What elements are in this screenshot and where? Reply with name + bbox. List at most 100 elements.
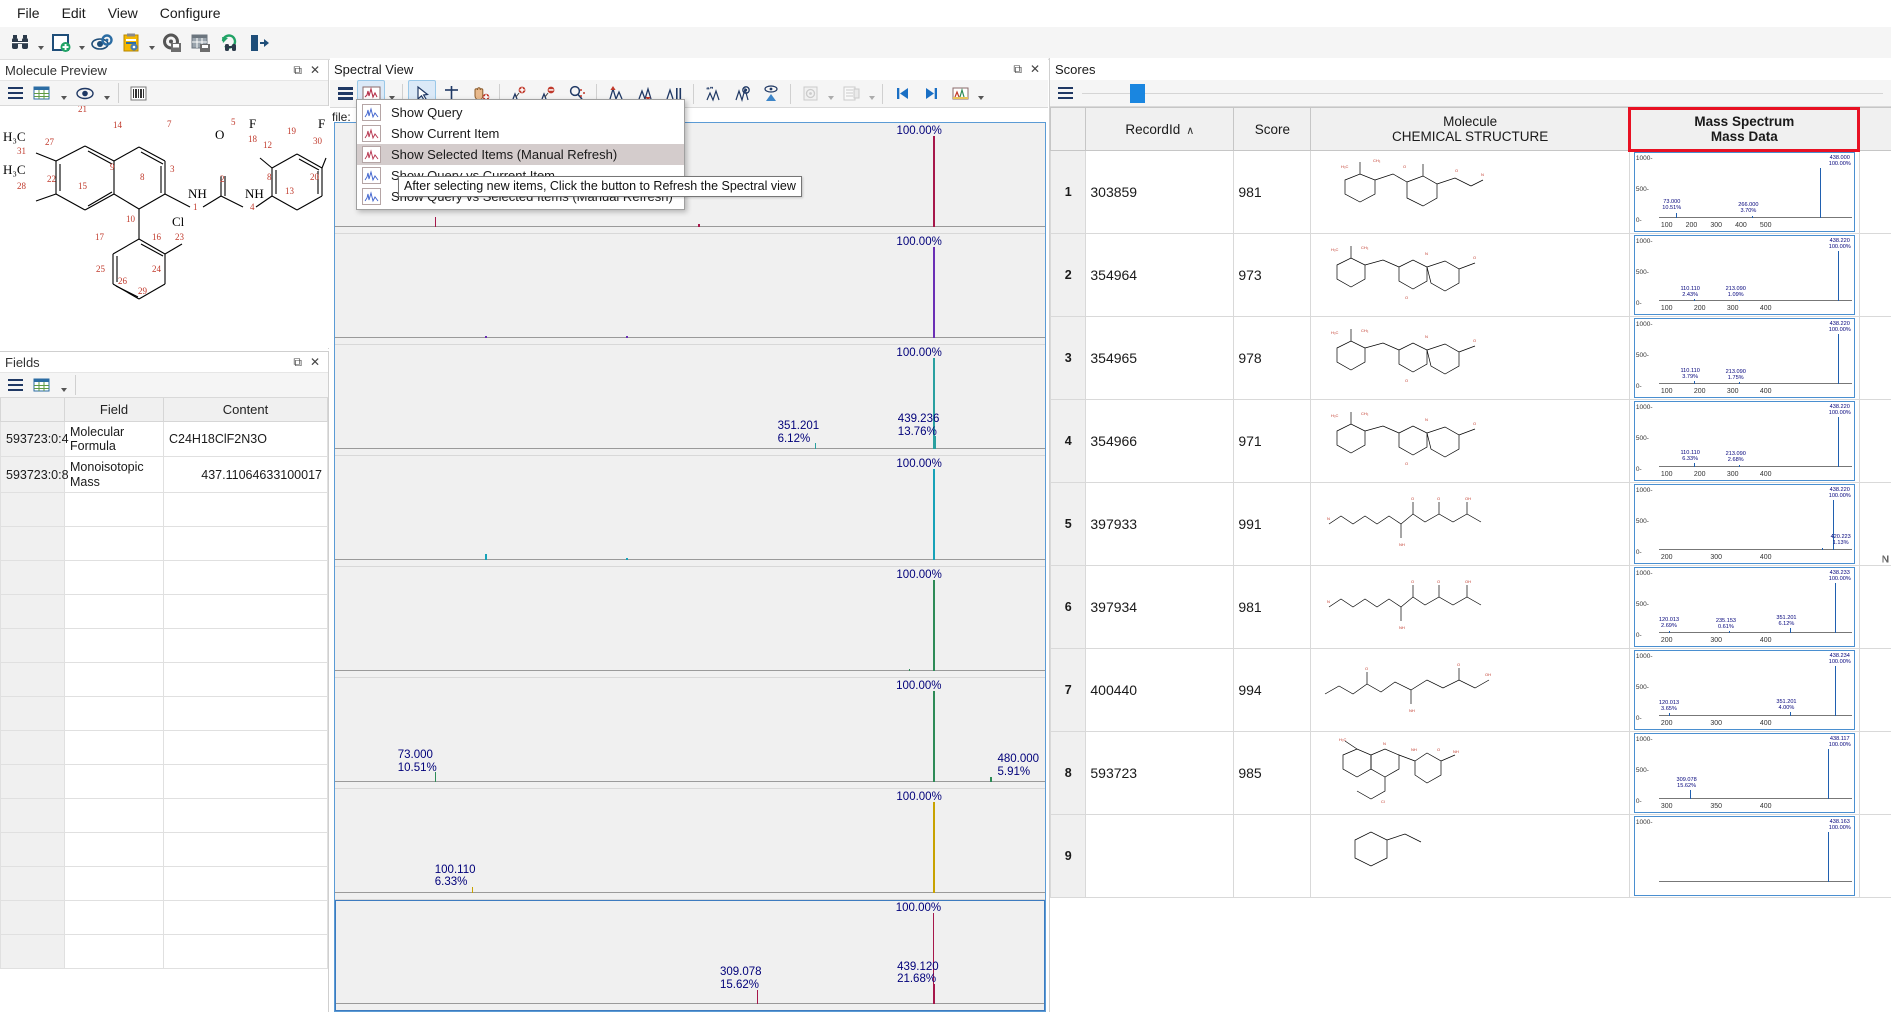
fields-col-content[interactable]: Content (163, 398, 328, 422)
spectrum-trace[interactable]: 438.220100.00% (335, 456, 1045, 567)
spectral-view-float-icon[interactable]: ⧉ (1013, 63, 1022, 75)
table-row[interactable]: 1 303859 981 H₃C CH₃ O O N 1000- 500- 0- 438.000 100… (1050, 150, 1891, 565)
spectra-stack[interactable]: 438.234100.00%438.233100.00%438.233100.0… (334, 122, 1046, 1012)
export-image-icon[interactable] (946, 80, 974, 107)
structure-cell[interactable]: H₃C CH₃ O O N (1310, 150, 1630, 234)
report-icon[interactable] (837, 80, 865, 107)
menu-icon[interactable] (4, 374, 26, 396)
fields-float-icon[interactable]: ⧉ (293, 356, 302, 368)
mass-spectrum-thumbnail[interactable]: 1000- 438.163 100.00% (1633, 816, 1855, 896)
record-id-cell[interactable]: 354964 (1085, 233, 1235, 317)
mass-spectrum-cell[interactable]: 1000- 438.163 100.00% (1628, 814, 1860, 898)
scores-col-recordid[interactable]: RecordId ∧ (1085, 107, 1235, 151)
mass-spectrum-cell[interactable]: 1000- 500- 0- 438.000 100.00% 73.000 10.51% 266… (1628, 150, 1860, 234)
eye-caret[interactable] (101, 80, 112, 107)
search-dropdown-caret[interactable] (35, 30, 46, 57)
new-document-icon[interactable] (47, 30, 75, 57)
mass-spectrum-thumbnail[interactable]: 1000- 500- 0- 438.000 100.00% 73.000 10.51% 266… (1633, 152, 1855, 232)
score-cell[interactable]: 981 (1233, 150, 1312, 234)
spectrum-trace[interactable]: 438.000100.00% 480.0005.91% 73.00010.51% (335, 678, 1045, 789)
fields-col-id[interactable] (0, 398, 65, 422)
gear-save-icon[interactable] (158, 30, 186, 57)
peak-view-icon[interactable] (757, 80, 785, 107)
new-document-caret[interactable] (76, 30, 87, 57)
peak-annotate-icon[interactable] (728, 80, 756, 107)
next-record-icon[interactable] (917, 80, 945, 107)
table-row[interactable]: 593723:0:4 Molecular Formula C24H18ClF2N3O (0, 420, 328, 458)
fields-close-icon[interactable]: ✕ (310, 356, 320, 368)
record-id-cell[interactable] (1085, 814, 1235, 898)
table-row[interactable]: 3 354965 978 H₃C CH₃ N O O 1000- 500- 0- 438.220 100… (1050, 316, 1891, 565)
spectral-view-close-icon[interactable]: ✕ (1030, 63, 1040, 75)
mass-spectrum-thumbnail[interactable]: 1000- 500- 0- 438.233 100.00% 120.013 2.69% 235… (1633, 567, 1855, 647)
molecule-preview-float-icon[interactable]: ⧉ (293, 64, 302, 76)
score-cell[interactable] (1233, 814, 1312, 898)
spectrum-trace[interactable]: 438.220100.00% 100.1106.33% (335, 789, 1045, 900)
spectrum-trace[interactable]: 438.220100.00% (335, 567, 1045, 678)
scores-col-molecule[interactable]: Molecule CHEMICAL STRUCTURE (1310, 107, 1630, 151)
barcode-icon[interactable] (125, 80, 153, 107)
mass-spectrum-cell[interactable]: 1000- 500- 0- 438.220 100.00% 110.110 2.43% 213… (1628, 233, 1860, 317)
mass-spectrum-thumbnail[interactable]: 1000- 500- 0- 438.220 100.00% 110.110 6.33% 213… (1633, 401, 1855, 481)
menu-icon[interactable] (4, 82, 26, 104)
score-cell[interactable]: 985 (1233, 731, 1312, 815)
mass-spectrum-cell[interactable]: 1000- 500- 0- 438.220 100.00% 110.110 6.33% 213… (1628, 399, 1860, 483)
record-id-cell[interactable]: 354966 (1085, 399, 1235, 483)
first-record-icon[interactable] (888, 80, 916, 107)
mass-spectrum-thumbnail[interactable]: 1000- 500- 0- 438.220 100.00% 110.110 2.43% 213… (1633, 235, 1855, 315)
score-cell[interactable]: 981 (1233, 565, 1312, 649)
mass-spectrum-thumbnail[interactable]: 1000- 500- 0- 438.220 100.00% 420.223 1.13% 200… (1633, 484, 1855, 564)
structure-cell[interactable]: H₃C CH₃ N O O (1310, 316, 1630, 400)
mass-spectrum-cell[interactable]: 1000- 500- 0- 438.220 100.00% 420.223 1.13% 200… (1628, 482, 1860, 566)
table-row[interactable]: 4 354966 971 H₃C CH₃ N O O 1000- 500- 0- 438.220 100… (1050, 399, 1891, 565)
mass-spectrum-cell[interactable]: 1000- 500- 0- 438.234 100.00% 120.013 3.65% 351… (1628, 648, 1860, 732)
spectrum-trace[interactable]: 438.233100.00% 439.23613.76% 351.2016.12% (335, 345, 1045, 456)
menu-icon[interactable] (334, 83, 356, 105)
record-id-cell[interactable]: 303859 (1085, 150, 1235, 234)
dropdown-item-show-current-item[interactable]: Show Current Item (357, 123, 684, 144)
refresh-search-icon[interactable] (216, 30, 244, 57)
search-binoculars-icon[interactable] (6, 30, 34, 57)
print-preview-icon[interactable] (796, 80, 824, 107)
structure-cell[interactable]: N O O OH NH (1310, 482, 1630, 566)
dropdown-item-show-query[interactable]: Show Query (357, 102, 684, 123)
record-id-cell[interactable]: 400440 (1085, 648, 1235, 732)
molecule-preview-close-icon[interactable]: ✕ (310, 64, 320, 76)
record-id-cell[interactable]: 397933 (1085, 482, 1235, 566)
view-eye-gear-icon[interactable] (88, 30, 116, 57)
table-row[interactable]: 5 397933 991 N O O OH NH 1000- 500- 0- 438.220 100.0… (1050, 482, 1891, 566)
score-cell[interactable]: 991 (1233, 482, 1312, 566)
clipboard-settings-icon[interactable] (117, 30, 145, 57)
exit-door-icon[interactable] (245, 30, 273, 57)
export-image-caret[interactable] (975, 80, 986, 107)
dropdown-item-show-selected-items-manual-refresh[interactable]: Show Selected Items (Manual Refresh) (357, 144, 684, 165)
scores-col-mass-spectrum[interactable]: Mass Spectrum Mass Data (1628, 107, 1861, 152)
score-cell[interactable]: 978 (1233, 316, 1312, 400)
score-cell[interactable]: 973 (1233, 233, 1312, 317)
fields-col-field[interactable]: Field (64, 398, 164, 422)
mass-spectrum-thumbnail[interactable]: 1000- 500- 0- 438.117 100.00% 309.078 15.62% 30… (1633, 733, 1855, 813)
record-id-cell[interactable]: 354965 (1085, 316, 1235, 400)
menu-edit[interactable]: Edit (51, 2, 97, 24)
menu-configure[interactable]: Configure (149, 2, 232, 24)
mass-spectrum-cell[interactable]: 1000- 500- 0- 438.220 100.00% 110.110 3.79% 213… (1628, 316, 1860, 400)
scores-col-overflow[interactable] (1858, 107, 1891, 151)
scores-grid-wrapper[interactable]: RecordId ∧ Score Molecule CHEMICAL STRUCT… (1050, 107, 1891, 1012)
peak-pick-icon[interactable]: ❝❞ (699, 80, 727, 107)
structure-cell[interactable]: N O O OH NH (1310, 565, 1630, 649)
structure-cell[interactable]: H₃C CH₃ N O O (1310, 399, 1630, 483)
eye-icon[interactable] (71, 80, 99, 107)
table-icon[interactable] (28, 80, 56, 107)
table-row[interactable]: 7 400440 994 O NH O OH 1000- 500- 0- 438.234 100.00… (1050, 554, 1891, 732)
menu-icon[interactable] (1054, 82, 1076, 104)
record-id-cell[interactable]: 397934 (1085, 565, 1235, 649)
mass-spectrum-cell[interactable]: 1000- 500- 0- 438.117 100.00% 309.078 15.62% 30… (1628, 731, 1860, 815)
score-cell[interactable]: 994 (1233, 648, 1312, 732)
structure-cell[interactable] (1310, 814, 1630, 898)
spectrum-trace[interactable]: 438.233100.00% (335, 234, 1045, 345)
structure-cell[interactable]: O NH O OH (1310, 648, 1630, 732)
clipboard-caret[interactable] (146, 30, 157, 57)
structure-cell[interactable]: H₃C N NH O NH Cl (1310, 731, 1630, 815)
table-row[interactable]: 6 397934 981 N O O OH NH 1000- 500- 0- 438.233 100.0… (1050, 554, 1891, 649)
spectrum-trace[interactable]: 438.117100.00% 439.12021.68% 309.07815.62% (335, 900, 1045, 1011)
